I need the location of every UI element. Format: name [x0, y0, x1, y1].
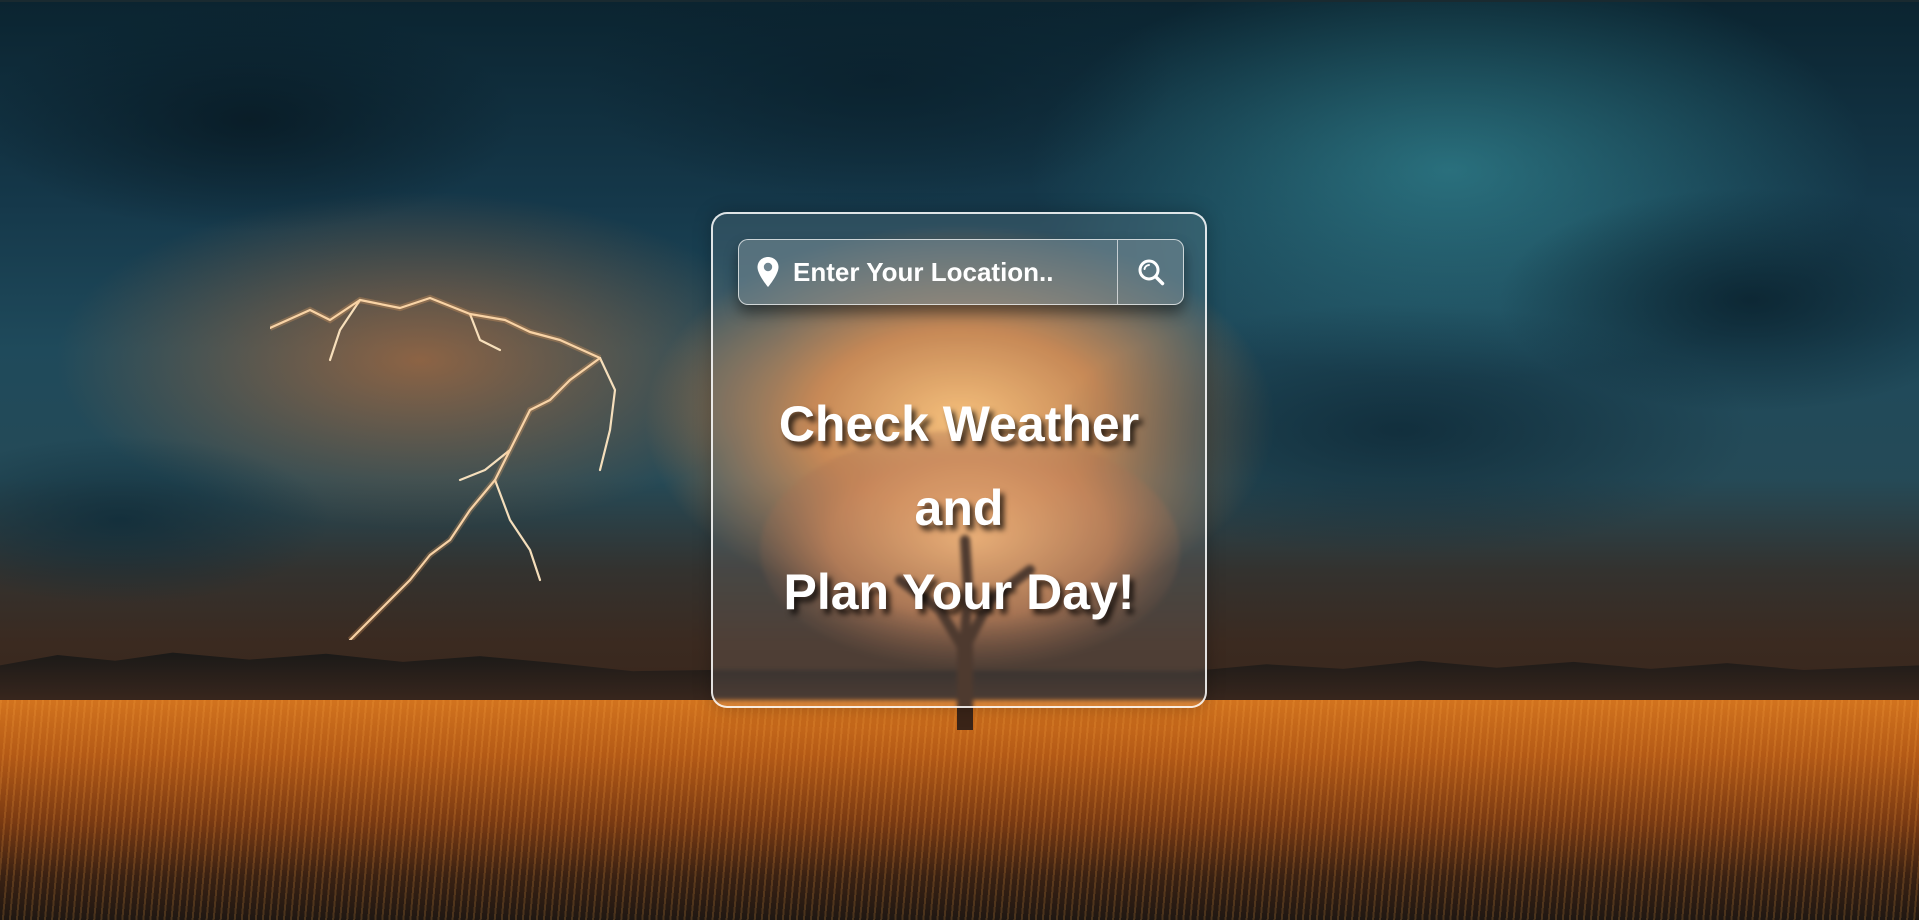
magnifier-icon: [1138, 259, 1164, 286]
wheat-field: [0, 700, 1919, 920]
lightning-bolt: [270, 294, 617, 640]
headline-line-1: Check Weather: [778, 396, 1140, 452]
location-search-bar: [738, 239, 1184, 305]
location-pin-icon: [757, 257, 779, 287]
headline-line-2: and: [914, 480, 1004, 536]
background-scene: Check Weather and Plan Your Day!: [0, 0, 1919, 920]
search-button[interactable]: [1117, 240, 1183, 304]
location-input[interactable]: [781, 240, 1117, 304]
page-headline: Check Weather and Plan Your Day!: [713, 382, 1205, 634]
headline-line-3: Plan Your Day!: [783, 564, 1135, 620]
search-card: Check Weather and Plan Your Day!: [711, 212, 1207, 708]
